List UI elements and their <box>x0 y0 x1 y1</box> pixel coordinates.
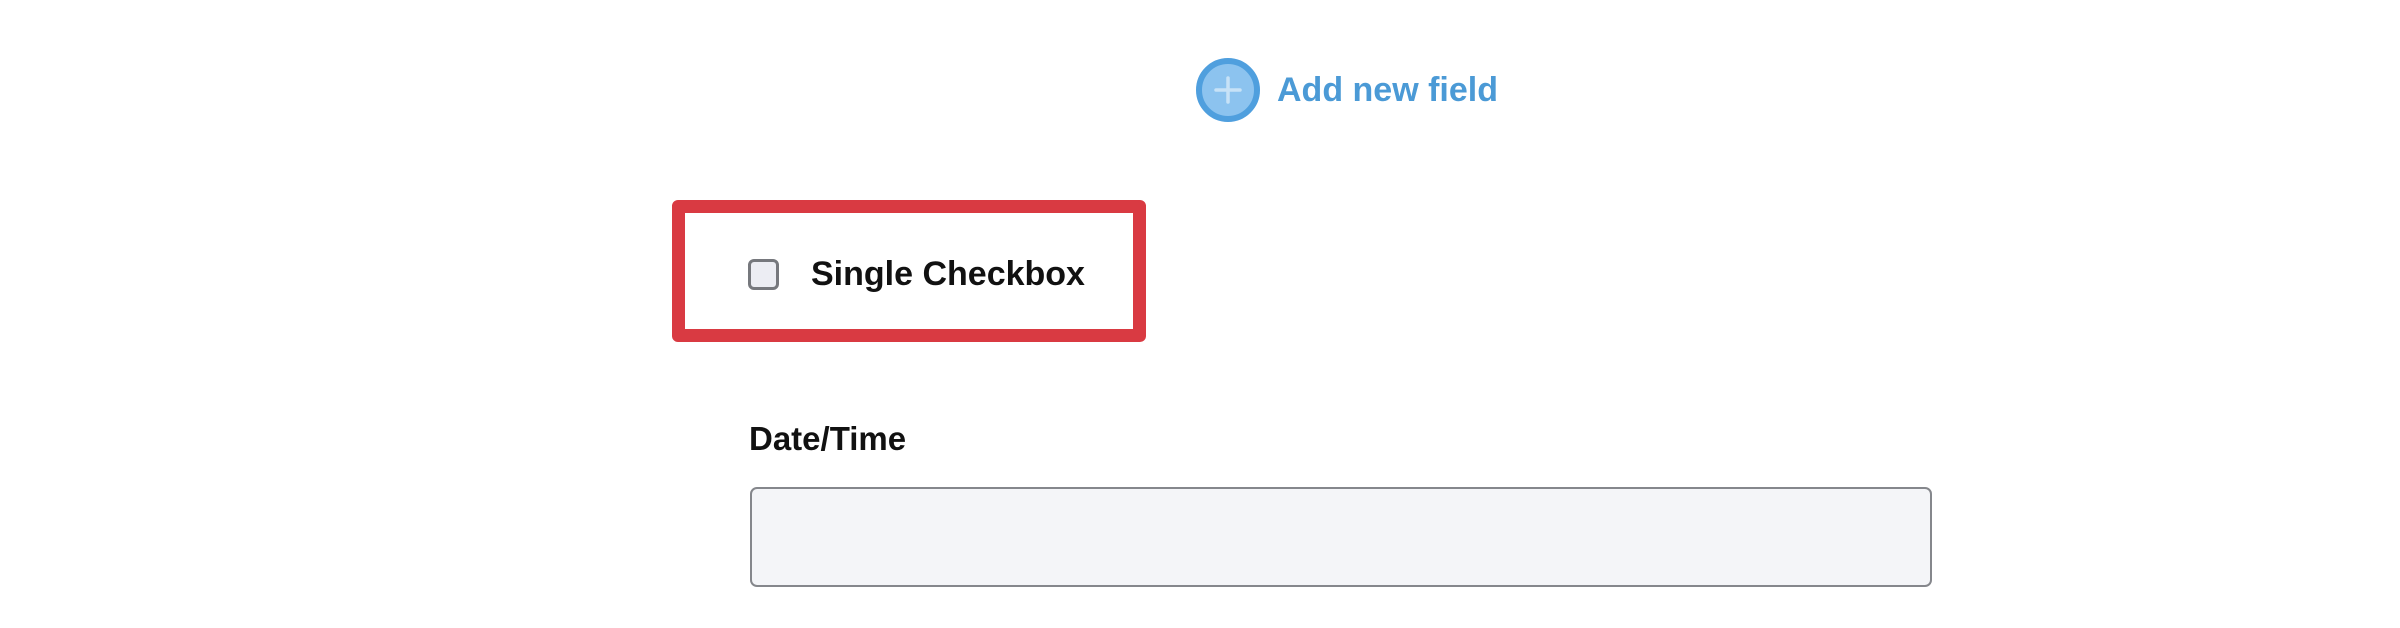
add-new-field-button[interactable]: Add new field <box>1196 58 1498 122</box>
plus-circle-icon <box>1196 58 1260 122</box>
single-checkbox-field[interactable]: Single Checkbox <box>748 254 1085 294</box>
date-time-label: Date/Time <box>749 420 907 457</box>
add-new-field-label: Add new field <box>1277 70 1498 109</box>
single-checkbox[interactable] <box>748 258 779 290</box>
single-checkbox-label: Single Checkbox <box>811 254 1085 293</box>
date-time-input[interactable] <box>750 487 1932 587</box>
